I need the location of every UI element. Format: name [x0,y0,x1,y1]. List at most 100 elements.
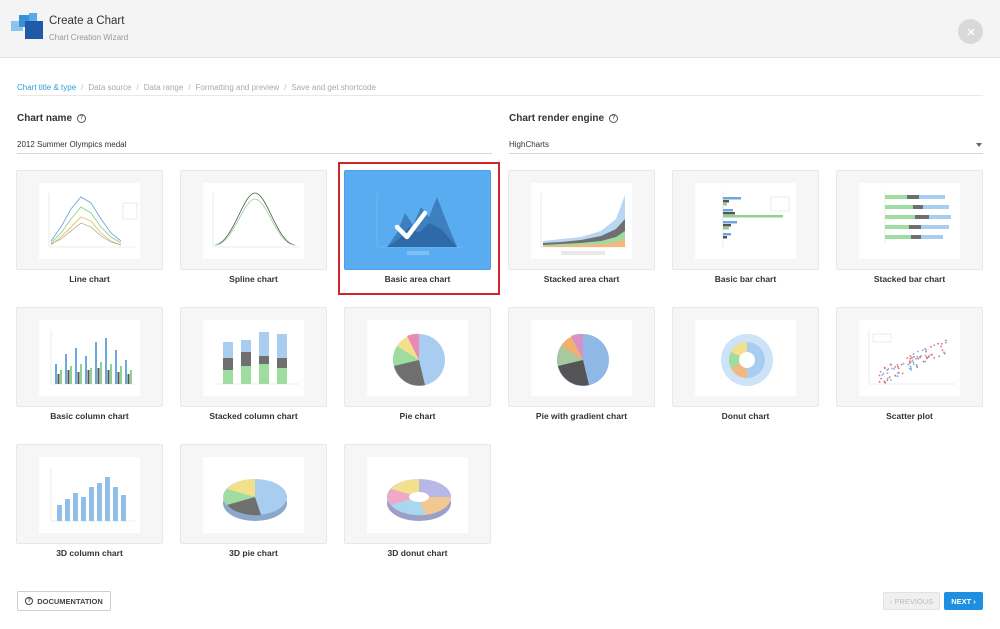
chart-type-stacked-area[interactable] [508,170,655,270]
chart-type-line[interactable] [16,170,163,270]
render-engine-select[interactable]: HighCharts [509,136,983,154]
chart-type-stacked-column[interactable] [180,307,327,407]
chart-type-scatter[interactable] [836,307,983,407]
stacked-area-chart-thumbnail [531,183,632,259]
chart-type-label: Basic area chart [384,274,451,284]
chart-type-3d-pie[interactable] [180,444,327,544]
chart-type-label: Donut chart [721,411,770,421]
scatter-dot [901,372,904,375]
scatter-dot [883,367,886,370]
chart-type-stacked-bar[interactable] [836,170,983,270]
render-engine-label-text: Chart render engine [509,113,605,124]
step-formatting-preview[interactable]: Formatting and preview [196,83,280,92]
scatter-dot [894,374,896,377]
chart-type-pie[interactable] [344,307,491,407]
scatter-dot [919,356,921,359]
scatter-dot [902,362,905,365]
scatter-dot [896,365,899,368]
scatter-dot [880,377,882,380]
scatter-dot [916,350,919,353]
bar-chart-thumbnail [695,183,796,259]
scatter-dot [924,360,927,363]
scatter-dot [913,355,915,358]
pie-chart-thumbnail [367,320,468,396]
scatter-dot [886,372,889,374]
scatter-dot [883,380,886,383]
next-button[interactable]: NEXT › [944,592,983,610]
scatter-dot [916,355,919,358]
chart-type-label: Stacked area chart [543,274,620,284]
scatter-dot [933,357,935,359]
scatter-dot [912,353,915,355]
scatter-dot [909,355,912,357]
scatter-dot [916,366,919,369]
wizard-title: Create a Chart [49,15,125,27]
chart-type-label: Stacked column chart [209,411,298,421]
scatter-dot [945,339,947,342]
scatter-dot [893,368,895,370]
chart-type-label: 3D pie chart [229,548,278,558]
wizard-subtitle: Chart Creation Wizard [49,33,129,42]
step-separator: / [81,82,84,92]
area-chart-thumbnail [367,183,468,259]
chart-name-input[interactable] [17,136,492,154]
step-data-range[interactable]: Data range [144,83,184,92]
previous-button[interactable]: ‹ PREVIOUS [883,592,940,610]
stacked-bar-chart-thumbnail [859,183,960,259]
scatter-dot [938,355,940,358]
scatter-dot [907,363,910,366]
chart-type-label: Scatter plot [886,411,933,421]
scatter-plot-thumbnail [859,320,960,396]
3d-column-chart-thumbnail [39,457,140,533]
step-save-shortcode[interactable]: Save and get shortcode [291,83,376,92]
scatter-dot [890,379,892,381]
scatter-dot [897,367,900,370]
wizard-steps: Chart title & type / Data source / Data … [17,81,376,93]
scatter-dot [887,368,890,370]
scatter-dot [945,341,947,344]
scatter-dot [878,380,881,383]
chart-type-label: Stacked bar chart [873,274,946,284]
chart-name-label: Chart name ? [17,113,87,124]
3d-donut-chart-thumbnail [367,457,468,533]
help-icon[interactable]: ? [77,114,87,123]
render-engine-value: HighCharts [509,140,550,149]
steps-divider [17,95,983,96]
documentation-button[interactable]: ? DOCUMENTATION [17,591,111,611]
scatter-dot [924,354,927,357]
step-separator: / [136,82,139,92]
scatter-dot [922,360,925,363]
step-chart-title-type[interactable]: Chart title & type [17,83,76,92]
chart-type-label: 3D donut chart [387,548,448,558]
scatter-dot [881,374,884,376]
step-data-source[interactable]: Data source [88,83,131,92]
help-icon[interactable]: ? [609,114,619,123]
render-engine-label: Chart render engine ? [509,113,619,124]
chart-type-donut[interactable] [672,307,819,407]
scatter-dot [912,363,915,366]
chart-name-label-text: Chart name [17,113,73,124]
chart-type-3d-column[interactable] [16,444,163,544]
scatter-dot [912,361,915,364]
help-icon: ? [25,597,34,605]
scatter-dot [943,351,945,354]
chart-type-label: Basic column chart [50,411,129,421]
scatter-dot [909,357,912,360]
chevron-down-icon [976,143,982,147]
scatter-dot [878,374,881,377]
scatter-dot [894,366,896,368]
chart-type-basic-bar[interactable] [672,170,819,270]
documentation-label: DOCUMENTATION [37,596,103,606]
chart-type-pie-gradient[interactable] [508,307,655,407]
app-logo-icon [11,13,43,39]
scatter-dot [909,365,912,368]
chart-type-3d-donut[interactable] [344,444,491,544]
scatter-dot [908,360,911,362]
close-button[interactable] [958,19,983,44]
chart-type-spline[interactable] [180,170,327,270]
scatter-dot [940,342,943,345]
chart-type-label: Pie with gradient chart [535,411,628,421]
chart-type-basic-area[interactable] [344,170,491,270]
chart-type-basic-column[interactable] [16,307,163,407]
scatter-dot [937,342,939,345]
